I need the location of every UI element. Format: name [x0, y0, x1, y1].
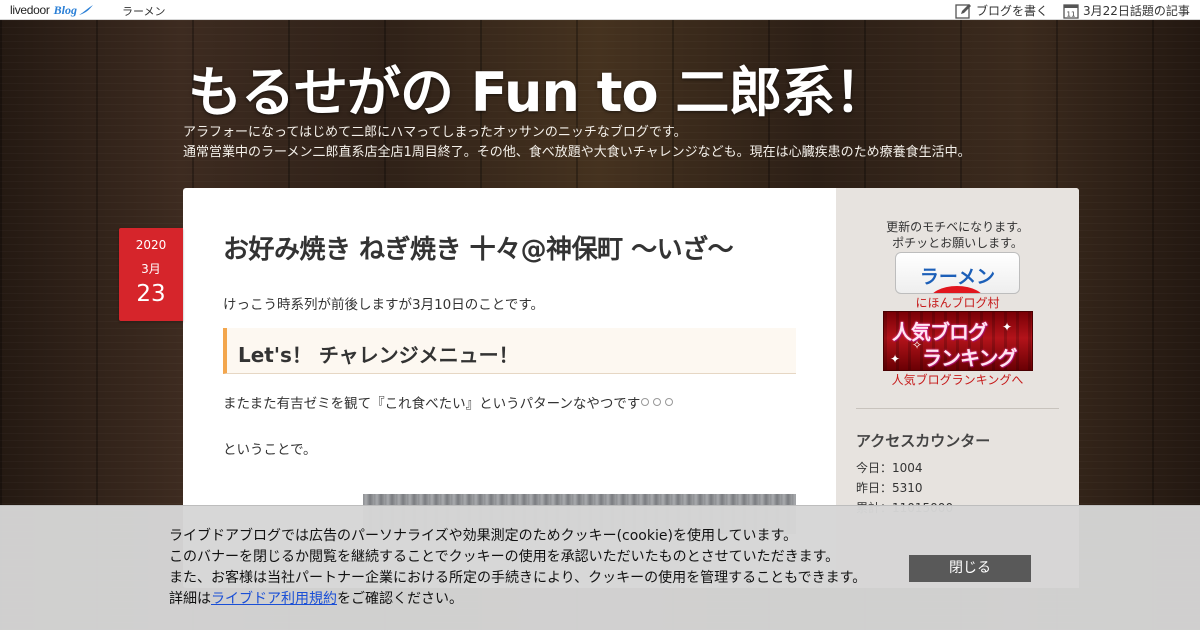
access-counter-yesterday: 昨日：5310	[856, 481, 923, 495]
cookie-close-button[interactable]: 閉じる	[909, 555, 1031, 582]
sparkle-icon: ✦	[890, 352, 901, 366]
nihon-blog-mura-link[interactable]: にほんブログ村	[856, 294, 1059, 311]
blog-description: アラフォーになってはじめて二郎にハマってしまったオッサンのニッチなブログです。 …	[183, 123, 971, 163]
logo-livedoor-text: livedoor	[10, 3, 50, 17]
access-counter-title: アクセスカウンター	[856, 432, 991, 450]
cookie-text-line: 詳細はライブドア利用規約をご確認ください。	[169, 589, 866, 610]
blog-description-line: アラフォーになってはじめて二郎にハマってしまったオッサンのニッチなブログです。	[183, 125, 687, 140]
article-paragraph: ということで。	[223, 442, 317, 458]
article-intro: けっこう時系列が前後しますが3月10日のことです。	[223, 297, 545, 313]
blog-description-line: 通常営業中のラーメン二郎直系店全店1周目終了。その他、食べ放題や大食いチャレンジ…	[183, 145, 971, 160]
top-bar: livedoor Blog ラーメン ブログを書く 11 3月22日話題の記事	[0, 0, 1200, 20]
sparkle-icon: ✦	[1002, 320, 1013, 334]
livedoor-blog-logo[interactable]: livedoor Blog	[10, 2, 94, 18]
cookie-consent-text: ライブドアブログでは広告のパーソナライズや効果測定のためクッキー(cookie)…	[169, 526, 866, 610]
logo-blog-text: Blog	[53, 2, 77, 17]
article-title[interactable]: お好み焼き ねぎ焼き 十々@神保町 〜いざ〜	[223, 229, 734, 266]
sweat-emoji-icon	[641, 398, 674, 406]
category-link[interactable]: ラーメン	[122, 3, 166, 19]
article-paragraph: またまた有吉ゼミを観て『これ食べたい』というパターンなやつです	[223, 392, 676, 412]
post-date-day: 23	[136, 281, 166, 307]
ramen-button-label: ラーメン	[919, 266, 996, 288]
access-counter-today: 今日：1004	[856, 461, 923, 475]
calendar-icon: 11	[1063, 3, 1079, 19]
cookie-text-line: ライブドアブログでは広告のパーソナライズや効果測定のためクッキー(cookie)…	[169, 528, 798, 544]
sidebar-message: 更新のモチベになります。 ポチッとお願いします。	[856, 219, 1059, 251]
terms-of-use-link[interactable]: ライブドア利用規約	[211, 591, 337, 607]
popular-blog-ranking-banner[interactable]: 人気ブログ ランキング ✦ ✦ ✧	[883, 311, 1033, 371]
article-paragraph-text: またまた有吉ゼミを観て『これ食べたい』というパターンなやつです	[223, 396, 641, 412]
calendar-day-number: 11	[1067, 10, 1076, 18]
post-date-year: 2020	[135, 238, 167, 252]
sparkle-icon: ✧	[912, 338, 923, 352]
cookie-text-line: このバナーを閉じるか閲覧を継続することでクッキーの使用を承認いただいたものとさせ…	[169, 549, 840, 565]
blog-title[interactable]: もるせがの Fun to 二郎系！	[188, 48, 888, 127]
cookie-details-prefix: 詳細は	[169, 591, 211, 607]
cookie-details-suffix: をご確認ください。	[337, 591, 463, 607]
cookie-text-line: また、お客様は当社パートナー企業における所定の手続きにより、クッキーの使用を管理…	[169, 570, 867, 586]
trending-topics-link[interactable]: 11 3月22日話題の記事	[1063, 2, 1190, 19]
post-date-badge: 2020 3月 23	[119, 228, 183, 321]
section-heading: Let's！ チャレンジメニュー！	[223, 328, 796, 374]
trending-topics-label: 3月22日話題の記事	[1083, 4, 1190, 18]
sidebar-message-line: ポチッとお願いします。	[892, 236, 1023, 250]
post-date-month: 3月	[141, 262, 161, 276]
sidebar-divider	[856, 408, 1059, 409]
section-heading-text: Let's！ チャレンジメニュー！	[238, 343, 519, 367]
ramen-ranking-button[interactable]: ラーメン	[895, 252, 1020, 294]
cookie-consent-banner: ライブドアブログでは広告のパーソナライズや効果測定のためクッキー(cookie)…	[0, 505, 1200, 630]
popular-blog-ranking-link[interactable]: 人気ブログランキングへ	[856, 371, 1059, 388]
banner-line: 人気ブログ	[892, 320, 988, 344]
write-blog-label: ブログを書く	[976, 4, 1049, 18]
sidebar-message-line: 更新のモチベになります。	[886, 220, 1029, 234]
logo-wing-icon	[78, 5, 93, 15]
pencil-icon	[955, 3, 971, 19]
write-blog-link[interactable]: ブログを書く	[955, 2, 1048, 19]
banner-line: ランキング	[922, 346, 1017, 370]
